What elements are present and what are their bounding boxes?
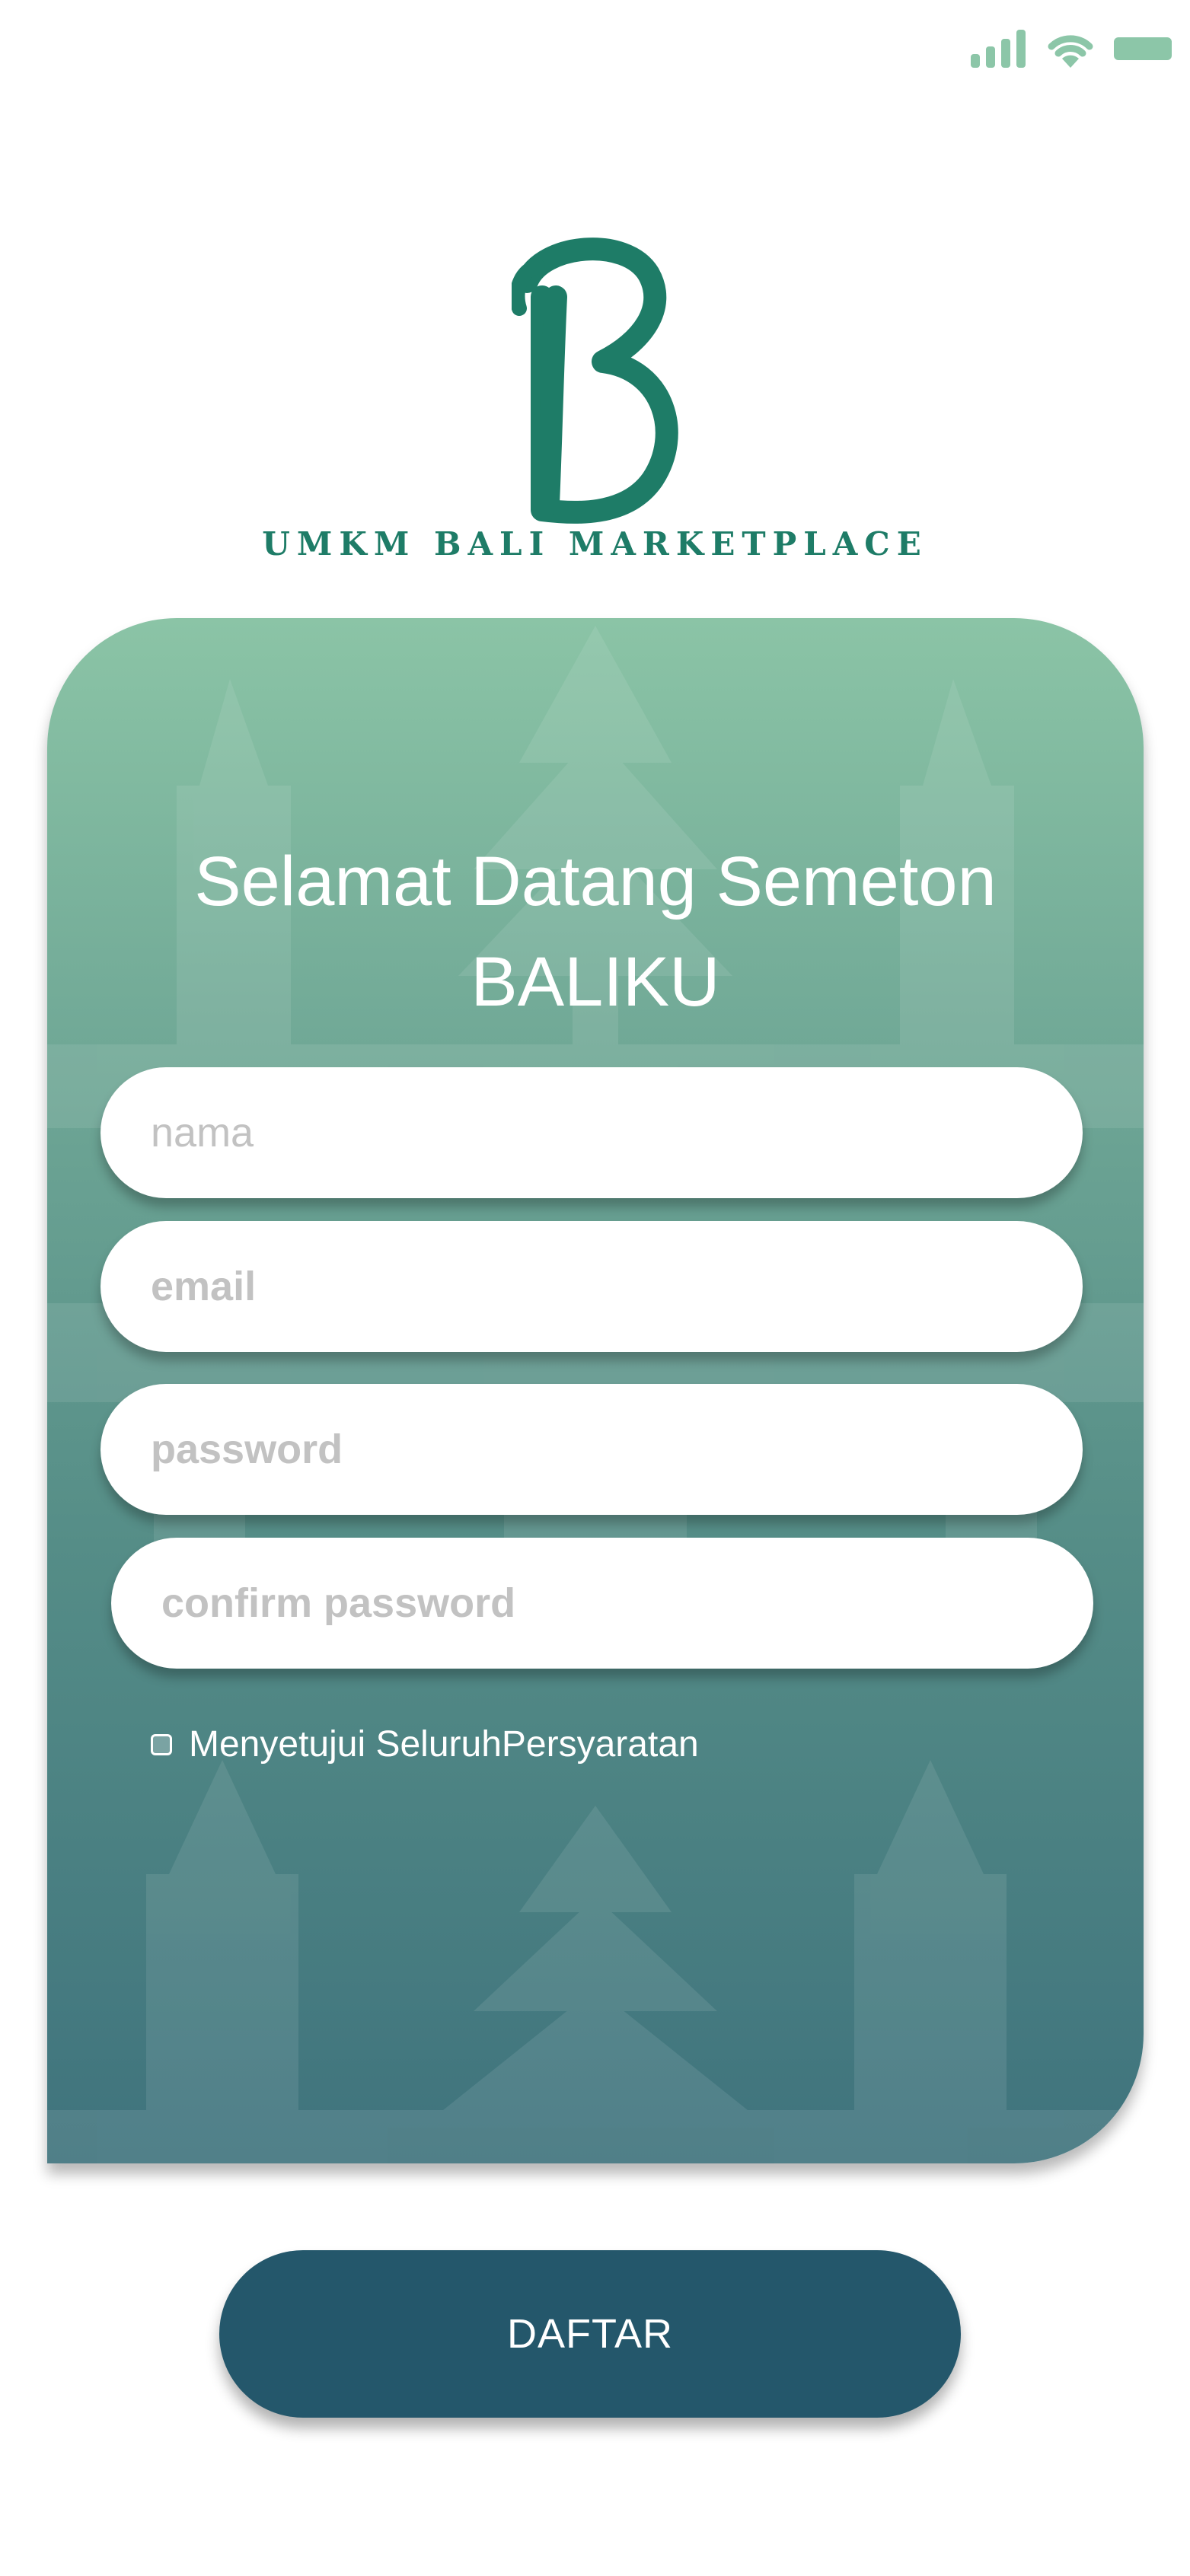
brand-name: UMKM BALI MARKETPLACE [262, 525, 928, 563]
register-card: Selamat Datang Semeton BALIKU Menyetujui… [47, 618, 1144, 2163]
welcome-title: Selamat Datang Semeton BALIKU [47, 831, 1144, 1032]
terms-label: Menyetujui SeluruhPersyaratan [189, 1724, 699, 1765]
terms-agreement[interactable]: Menyetujui SeluruhPersyaratan [151, 1723, 699, 1765]
welcome-title-line-2: BALIKU [471, 943, 720, 1021]
terms-checkbox[interactable] [151, 1733, 172, 1755]
confirm-password-input[interactable] [111, 1538, 1093, 1669]
wifi-icon [1048, 35, 1093, 68]
logo [0, 236, 1190, 525]
cellular-signal-icon [971, 30, 1026, 68]
email-input[interactable] [100, 1221, 1083, 1352]
name-input[interactable] [100, 1067, 1083, 1198]
status-bar [971, 27, 1172, 70]
welcome-title-line-1: Selamat Datang Semeton [194, 843, 997, 920]
password-input[interactable] [100, 1384, 1083, 1515]
register-button[interactable]: DAFTAR [219, 2250, 961, 2418]
logo-b-mark [511, 238, 678, 524]
battery-icon [1114, 37, 1172, 60]
